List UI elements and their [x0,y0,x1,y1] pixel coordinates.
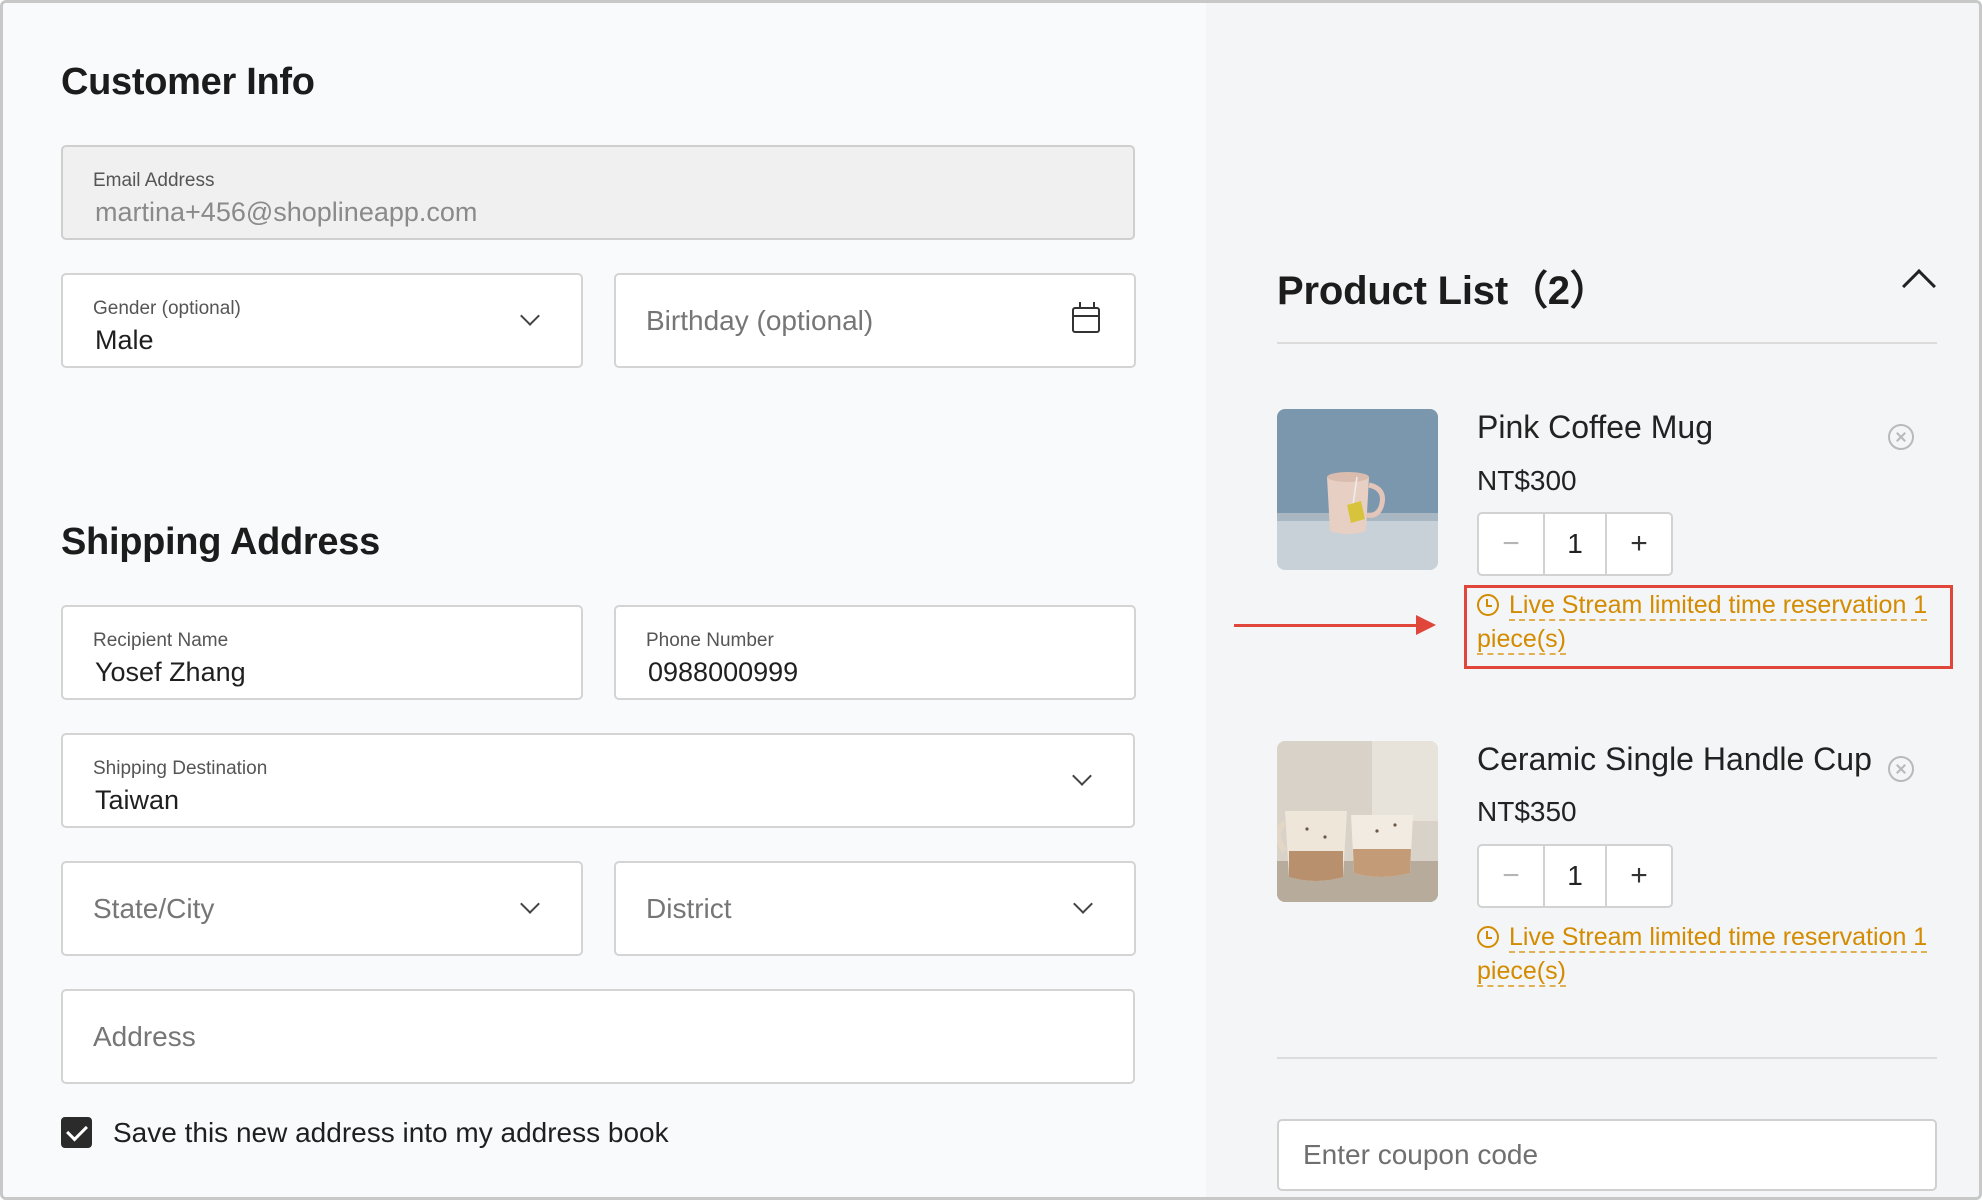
shipping-destination-value: Taiwan [95,785,180,815]
pink-coffee-mug-image [1277,409,1438,570]
divider [1277,342,1937,344]
coupon-code-input[interactable]: Enter coupon code [1277,1119,1937,1191]
district-select[interactable]: District [614,861,1136,956]
divider [1277,1057,1937,1059]
product-name[interactable]: Ceramic Single Handle Cup [1477,741,1872,778]
shipping-address-title: Shipping Address [61,521,380,563]
annotation-arrow-head [1416,615,1436,635]
email-label: Email Address [93,170,215,191]
chevron-down-icon [520,305,540,326]
state-city-placeholder: State/City [93,892,215,924]
coupon-code-placeholder: Enter coupon code [1303,1139,1539,1170]
annotation-highlight-box [1464,585,1953,669]
reservation-notice: Live Stream limited time reservation 1 p… [1477,920,1977,988]
phone-number-value: 0988000999 [648,657,799,687]
email-field: Email Address martina+456@shoplineapp.co… [61,145,1135,240]
chevron-down-icon [1072,765,1092,786]
gender-label: Gender (optional) [93,298,241,319]
phone-number-label: Phone Number [646,630,774,651]
checkout-window: Customer Info Email Address martina+456@… [0,0,1982,1200]
shipping-destination-label: Shipping Destination [93,758,268,779]
chevron-down-icon [1073,893,1093,914]
quantity-value[interactable]: 1 [1543,514,1607,574]
reservation-notice-text: Live Stream limited time reservation 1 p… [1477,923,1928,987]
recipient-name-field[interactable]: Recipient Name Yosef Zhang [61,605,583,700]
save-address-checkbox[interactable] [61,1117,92,1148]
remove-icon[interactable] [1888,756,1914,782]
recipient-name-value: Yosef Zhang [95,657,246,687]
quantity-value[interactable]: 1 [1543,846,1607,906]
address-input[interactable]: Address [61,989,1135,1084]
increase-quantity-button[interactable]: + [1607,514,1671,574]
phone-number-field[interactable]: Phone Number 0988000999 [614,605,1136,700]
product-price: NT$300 [1477,465,1577,496]
decrease-quantity-button[interactable]: − [1479,514,1543,574]
state-city-select[interactable]: State/City [61,861,583,956]
decrease-quantity-button[interactable]: − [1479,846,1543,906]
customer-info-title: Customer Info [61,61,315,103]
district-placeholder: District [646,892,732,924]
gender-select[interactable]: Gender (optional) Male [61,273,583,368]
chevron-down-icon [520,893,540,914]
increase-quantity-button[interactable]: + [1607,846,1671,906]
address-placeholder: Address [93,1020,196,1052]
save-address-label[interactable]: Save this new address into my address bo… [113,1117,669,1148]
birthday-input[interactable]: Birthday (optional) [614,273,1136,368]
annotation-arrow [1234,624,1420,627]
gender-value: Male [95,325,154,355]
quantity-stepper: − 1 + [1477,512,1673,576]
ceramic-cup-image [1277,741,1438,902]
email-value: martina+456@shoplineapp.com [95,197,478,227]
clock-icon [1477,926,1499,948]
product-list-title: Product List（2） [1277,269,1610,313]
product-price: NT$350 [1477,796,1577,827]
birthday-placeholder: Birthday (optional) [646,304,874,336]
quantity-stepper: − 1 + [1477,844,1673,908]
recipient-name-label: Recipient Name [93,630,229,651]
calendar-icon[interactable] [1072,301,1100,333]
remove-icon[interactable] [1888,424,1914,450]
shipping-destination-select[interactable]: Shipping Destination Taiwan [61,733,1135,828]
checkout-form-panel: Customer Info Email Address martina+456@… [3,3,1206,1197]
product-name[interactable]: Pink Coffee Mug [1477,409,1713,446]
